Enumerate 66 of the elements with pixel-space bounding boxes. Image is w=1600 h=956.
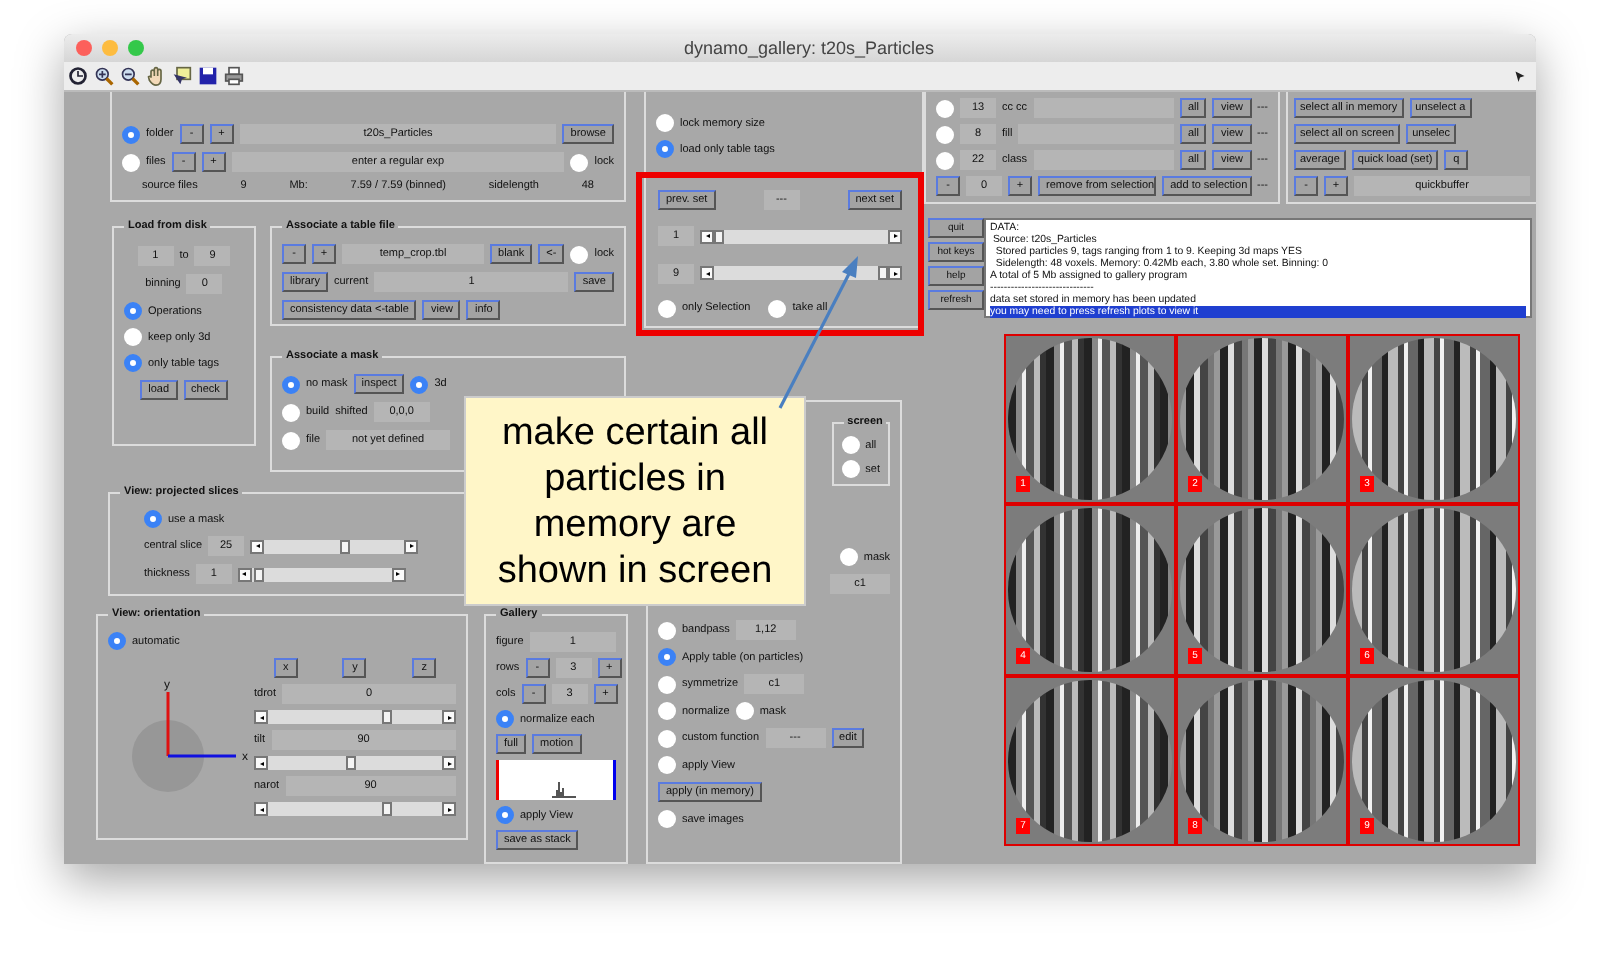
slider-thumb[interactable] bbox=[339, 539, 350, 553]
radio-button[interactable] bbox=[658, 621, 676, 639]
radio-button[interactable] bbox=[108, 632, 126, 650]
radio-button[interactable] bbox=[658, 675, 676, 693]
arrow-icon[interactable] bbox=[1514, 70, 1526, 82]
radio-button[interactable] bbox=[658, 729, 676, 747]
radio-button[interactable] bbox=[124, 302, 142, 320]
slider-thumb[interactable] bbox=[714, 229, 724, 244]
radio-button[interactable] bbox=[570, 245, 589, 263]
radio-button[interactable] bbox=[124, 328, 142, 346]
radio-button[interactable] bbox=[936, 151, 954, 169]
window-title: dynamo_gallery: t20s_Particles bbox=[681, 38, 937, 58]
arrow-left-button[interactable] bbox=[700, 229, 714, 244]
radio-button[interactable] bbox=[122, 125, 140, 143]
radio-button[interactable] bbox=[735, 702, 754, 720]
zoom-in-icon[interactable] bbox=[94, 66, 114, 86]
axes-drawing bbox=[166, 691, 236, 757]
radio-button[interactable] bbox=[658, 648, 676, 666]
radio-button[interactable] bbox=[124, 354, 142, 372]
cursor-icon[interactable] bbox=[172, 66, 192, 86]
arrow-left-button[interactable] bbox=[254, 802, 268, 816]
radio-button[interactable] bbox=[658, 810, 676, 828]
radio-button[interactable] bbox=[410, 375, 429, 393]
arrow-right-button[interactable] bbox=[442, 710, 456, 724]
radio-button[interactable] bbox=[841, 460, 860, 478]
histogram-drawing bbox=[496, 760, 616, 800]
radio-button[interactable] bbox=[768, 299, 787, 318]
arrow-left-button[interactable] bbox=[237, 567, 252, 581]
arrow-right-button[interactable] bbox=[442, 802, 456, 816]
radio-button[interactable] bbox=[658, 756, 676, 774]
slider-thumb[interactable] bbox=[382, 802, 393, 816]
arrow-right-button[interactable] bbox=[404, 539, 419, 553]
radio-button[interactable] bbox=[656, 114, 674, 132]
radio-button[interactable] bbox=[122, 153, 140, 171]
radio-button[interactable] bbox=[936, 99, 954, 117]
radio-button[interactable] bbox=[496, 806, 514, 824]
arrow-right-button[interactable] bbox=[888, 266, 902, 281]
slider-thumb[interactable] bbox=[345, 756, 356, 770]
arrow-right-button[interactable] bbox=[442, 756, 456, 770]
slider-thumb[interactable] bbox=[254, 567, 265, 581]
print-icon[interactable] bbox=[224, 66, 244, 86]
radio-button[interactable] bbox=[282, 403, 300, 421]
hand-icon[interactable] bbox=[146, 66, 166, 86]
close-button[interactable] bbox=[76, 40, 92, 56]
radio-button[interactable] bbox=[144, 510, 162, 528]
radio-button[interactable] bbox=[282, 431, 300, 449]
save-icon[interactable] bbox=[198, 66, 218, 86]
radio-button[interactable] bbox=[282, 375, 300, 393]
slider-thumb[interactable] bbox=[382, 710, 393, 724]
zoom-out-icon[interactable] bbox=[120, 66, 140, 86]
sphere-drawing bbox=[132, 719, 204, 791]
radio-button[interactable] bbox=[936, 125, 954, 143]
arrow-right-button[interactable] bbox=[888, 229, 902, 244]
arrow-left-button[interactable] bbox=[254, 710, 268, 724]
radio-button[interactable] bbox=[839, 548, 858, 566]
arrow-left-button[interactable] bbox=[250, 539, 265, 553]
radio-button[interactable] bbox=[658, 299, 676, 318]
radio-button[interactable] bbox=[658, 702, 676, 720]
callout-note: make certain all particles in memory are shown in screen bbox=[464, 396, 806, 606]
radio-button[interactable] bbox=[496, 710, 514, 728]
radio-button[interactable] bbox=[570, 153, 589, 171]
arrow-left-button[interactable] bbox=[700, 266, 714, 281]
slider-thumb[interactable] bbox=[878, 266, 888, 281]
radio-button[interactable] bbox=[841, 436, 860, 454]
radio-button[interactable] bbox=[656, 140, 674, 158]
arrow-left-button[interactable] bbox=[254, 756, 268, 770]
